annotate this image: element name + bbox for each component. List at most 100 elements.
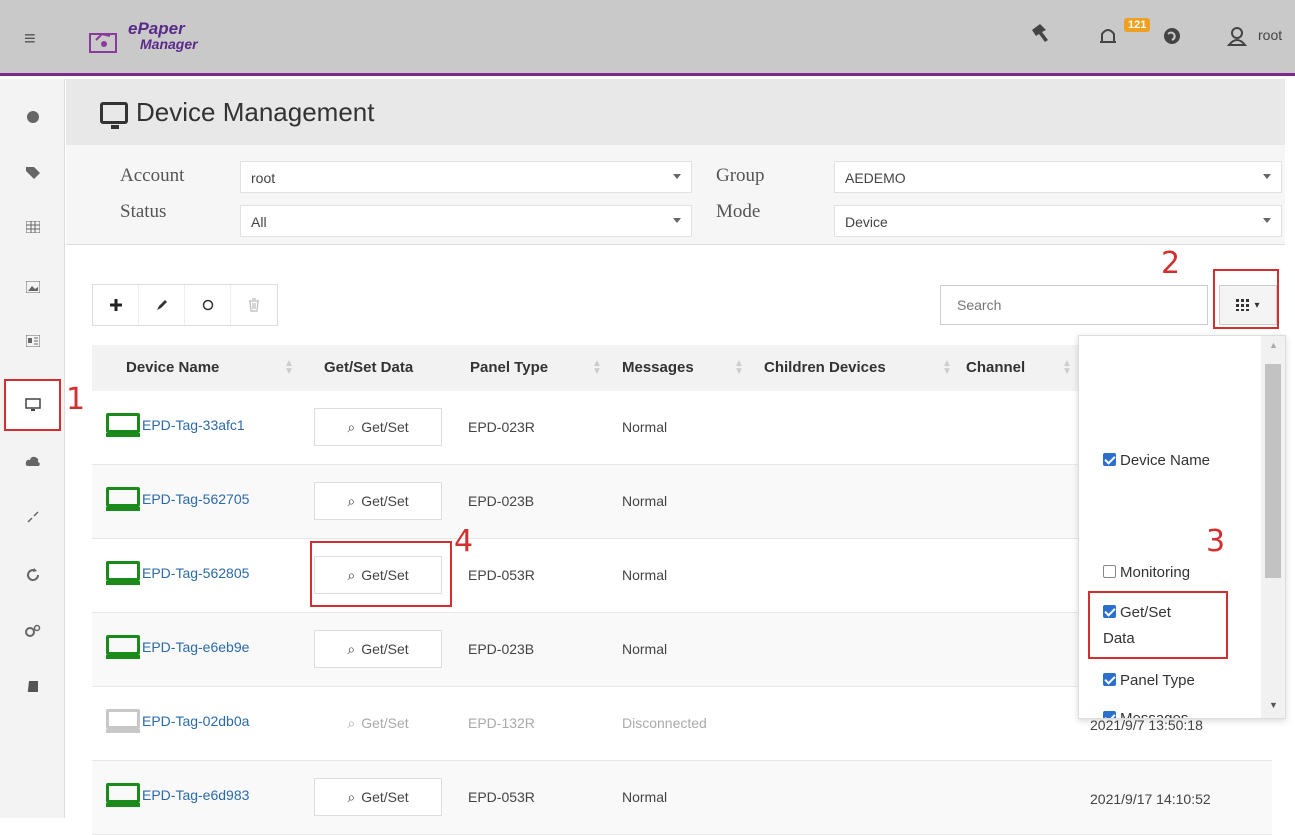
panel-type-cell: EPD-053R — [468, 789, 535, 805]
device-name-text: EPD-Tag-e6d983 — [142, 787, 250, 803]
highlight-box-2 — [1213, 269, 1279, 329]
column-option-monitoring[interactable]: Monitoring — [1103, 560, 1190, 586]
monitor-online-icon — [106, 413, 140, 437]
globe-icon[interactable] — [1162, 26, 1182, 52]
device-name-link[interactable]: EPD-Tag-02db0a — [106, 709, 249, 733]
sidebar-grid-icon[interactable] — [0, 205, 65, 249]
col-messages[interactable]: Messages — [622, 359, 694, 376]
add-button[interactable] — [93, 285, 139, 325]
sort-icon[interactable]: ▲ ▼ — [284, 359, 294, 377]
message-cell: Normal — [622, 567, 668, 583]
get-set-button[interactable]: ⌕ Get/Set — [314, 408, 442, 446]
device-name-link[interactable]: EPD-Tag-562705 — [106, 487, 249, 511]
group-label: Group — [716, 165, 765, 186]
panel-type-cell: EPD-023B — [468, 493, 535, 509]
sidebar-tags-icon[interactable] — [0, 151, 65, 195]
get-set-button[interactable]: ⌕ Get/Set — [314, 778, 442, 816]
sidebar-dashboard-icon[interactable] — [0, 95, 65, 139]
page-title: Device Management — [100, 97, 374, 129]
device-name-link[interactable]: EPD-Tag-e6d983 — [106, 783, 249, 807]
username[interactable]: root — [1258, 27, 1282, 43]
tag-icon: ⌕ — [347, 492, 356, 509]
col-channel[interactable]: Channel — [966, 359, 1025, 376]
checkbox-checked[interactable] — [1103, 673, 1116, 686]
scrollbar-thumb[interactable] — [1265, 364, 1281, 578]
scroll-up-icon[interactable]: ▲ — [1269, 340, 1278, 350]
sidebar-book-icon[interactable] — [0, 665, 65, 709]
mode-select[interactable]: Device — [834, 205, 1282, 237]
user-icon[interactable] — [1226, 25, 1248, 53]
column-chooser-menu: ▲ ▼ Device Name Monitoring Get/Set Data … — [1078, 335, 1286, 719]
get-set-label: Get/Set — [361, 789, 409, 805]
logo-icon — [89, 32, 117, 53]
panel-type-cell: EPD-023R — [468, 419, 535, 435]
account-select[interactable]: root — [240, 161, 692, 193]
device-name-link[interactable]: EPD-Tag-562805 — [106, 561, 249, 585]
scroll-down-icon[interactable]: ▼ — [1269, 700, 1278, 710]
monitor-online-icon — [106, 635, 140, 659]
column-option-messages[interactable]: Messages — [1103, 706, 1188, 718]
sidebar-compress-icon[interactable] — [0, 495, 65, 539]
column-option-label: Device Name — [1120, 452, 1211, 469]
get-set-button[interactable]: ⌕ Get/Set — [314, 630, 442, 668]
tag-icon: ⌕ — [347, 640, 356, 657]
sidebar-settings-icon[interactable] — [0, 609, 65, 653]
sidebar-image-icon[interactable] — [0, 265, 65, 309]
menu-scrollbar[interactable]: ▲ ▼ — [1261, 336, 1285, 718]
checkbox-unchecked[interactable] — [1103, 565, 1116, 578]
action-toolbar — [92, 284, 278, 326]
panel-type-cell: EPD-132R — [468, 715, 535, 731]
sidebar-refresh-icon[interactable] — [0, 553, 65, 597]
sort-icon[interactable]: ▲ ▼ — [592, 359, 602, 377]
bell-icon[interactable] — [1096, 24, 1120, 54]
col-children-devices[interactable]: Children Devices — [764, 359, 886, 376]
last-update-cell: 2021/9/7 13:50:18 — [1090, 717, 1203, 733]
device-name-link[interactable]: EPD-Tag-33afc1 — [106, 413, 245, 437]
app-logo[interactable]: ePaper Manager — [88, 16, 208, 60]
monitor-online-icon — [106, 561, 140, 585]
col-panel-type[interactable]: Panel Type — [470, 359, 548, 376]
sidebar-cloud-upload-icon[interactable] — [0, 439, 65, 483]
message-cell: Normal — [622, 789, 668, 805]
col-device-name[interactable]: Device Name — [126, 359, 219, 376]
col-get-set-data[interactable]: Get/Set Data — [324, 359, 413, 376]
trash-icon — [249, 298, 259, 312]
get-set-label: Get/Set — [361, 641, 409, 657]
sort-icon[interactable]: ▲ ▼ — [734, 359, 744, 377]
sidebar-device-management-icon[interactable] — [4, 379, 61, 431]
checkbox-checked[interactable] — [1103, 453, 1116, 466]
mode-label: Mode — [716, 201, 761, 222]
message-cell: Disconnected — [622, 715, 707, 731]
monitor-online-icon — [106, 487, 140, 511]
checkbox-checked[interactable] — [1103, 711, 1116, 718]
highlight-box-3 — [1088, 591, 1228, 659]
tag-icon: ⌕ — [347, 788, 356, 805]
edit-button[interactable] — [139, 285, 185, 325]
annotation-3: 3 — [1206, 524, 1226, 559]
filter-panel: Account root Group AEDEMO Status All Mod… — [66, 145, 1285, 245]
status-select[interactable]: All — [240, 205, 692, 237]
toggle-button[interactable] — [185, 285, 231, 325]
hamburger-menu-icon[interactable]: ≡ — [24, 28, 36, 51]
sort-icon[interactable]: ▲ ▼ — [942, 359, 952, 377]
chevron-down-icon — [673, 218, 681, 223]
search-input[interactable] — [940, 285, 1208, 325]
hammer-icon[interactable] — [1028, 22, 1050, 50]
group-select[interactable]: AEDEMO — [834, 161, 1282, 193]
group-select-value: AEDEMO — [845, 170, 906, 186]
column-option-device-name[interactable]: Device Name — [1103, 448, 1213, 474]
message-cell: Normal — [622, 419, 668, 435]
monitor-offline-icon — [106, 709, 140, 733]
device-name-link[interactable]: EPD-Tag-e6eb9e — [106, 635, 249, 659]
chevron-down-icon — [1263, 174, 1271, 179]
get-set-button[interactable]: ⌕ Get/Set — [314, 482, 442, 520]
sort-icon[interactable]: ▲ ▼ — [1062, 359, 1072, 377]
sidebar-template-icon[interactable] — [0, 319, 65, 363]
device-name-text: EPD-Tag-e6eb9e — [142, 639, 250, 655]
mode-select-value: Device — [845, 214, 888, 230]
account-select-value: root — [251, 170, 276, 186]
pencil-icon — [156, 300, 167, 310]
tag-icon: ⌕ — [347, 714, 356, 731]
column-option-panel-type[interactable]: Panel Type — [1103, 668, 1195, 694]
delete-button[interactable] — [231, 285, 277, 325]
